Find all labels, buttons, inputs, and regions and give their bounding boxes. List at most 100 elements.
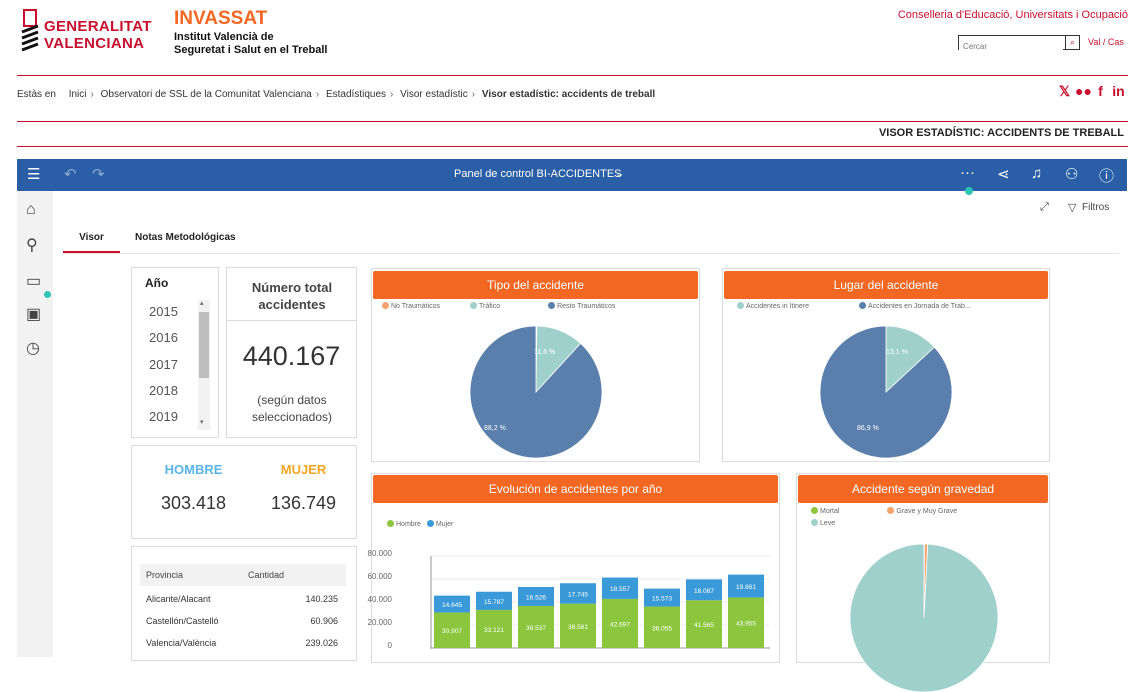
y-tick-label: 0: [352, 641, 392, 650]
redo-icon[interactable]: ↷: [92, 165, 105, 183]
gva-logo[interactable]: GENERALITAT VALENCIANA: [20, 8, 150, 58]
year-item[interactable]: 2017: [149, 357, 178, 372]
legend-item[interactable]: Mortal: [811, 508, 839, 515]
tab-divider: [63, 253, 1119, 254]
x-icon[interactable]: 𝕏: [1057, 84, 1072, 99]
share-icon[interactable]: ⋖: [997, 165, 1010, 183]
bar-data-label: 18.557: [610, 586, 630, 593]
dashboard-title[interactable]: Panel de control BI-ACCIDENTES: [454, 168, 622, 180]
legend-item[interactable]: Accidentes in Itinere: [737, 303, 809, 310]
status-dot: [965, 187, 973, 195]
chart-gravedad-title: Accidente según gravedad: [798, 475, 1048, 503]
scroll-down-icon[interactable]: ▾: [200, 418, 204, 426]
y-tick-label: 60.000: [352, 572, 392, 581]
gender-panel: HOMBRE MUJER 303.418 136.749: [131, 445, 357, 539]
folder-icon[interactable]: ▭: [26, 271, 41, 291]
female-label: MUJER: [242, 462, 365, 477]
bell-icon[interactable]: ♫: [1031, 165, 1042, 182]
legend-item[interactable]: Accidentes en Jornada de Trab...: [859, 303, 971, 310]
year-item[interactable]: 2015: [149, 304, 178, 319]
chart-lugar-legend: Accidentes in Itinere Accidentes en Jorn…: [737, 302, 971, 310]
dashboard-toolbar: ☰ ↶ ↷ Panel de control BI-ACCIDENTES ⌄ ·…: [17, 159, 1127, 191]
legend-item[interactable]: Leve: [811, 520, 835, 527]
scroll-up-icon[interactable]: ▴: [200, 299, 204, 307]
total-panel: Número total accidentes 440.167 (según d…: [226, 267, 357, 438]
chevron-down-icon[interactable]: ⌄: [615, 167, 624, 180]
year-item[interactable]: 2019: [149, 409, 178, 424]
breadcrumb-item-visor[interactable]: Visor estadístic: [400, 89, 468, 100]
legend-item[interactable]: Hombre: [387, 521, 421, 528]
legend-item[interactable]: Resto Traumáticos: [548, 303, 615, 310]
help-icon[interactable]: ⓘ: [1099, 165, 1114, 186]
menu-icon[interactable]: ☰: [27, 165, 40, 183]
bar-data-label: 36.537: [526, 625, 546, 632]
legend-item[interactable]: No Traumáticos: [382, 303, 440, 310]
home-icon[interactable]: ⌂: [26, 201, 36, 219]
tab-notas-label: Notas Metodológicas: [135, 232, 236, 243]
undo-icon[interactable]: ↶: [64, 165, 77, 183]
gva-name-line1: GENERALITAT: [44, 18, 152, 35]
tab-visor-label: Visor: [79, 232, 104, 243]
facebook-icon[interactable]: f: [1093, 84, 1108, 99]
search-button[interactable]: ⌕: [1065, 36, 1079, 49]
search-box: ⌕: [958, 35, 1080, 50]
user-icon[interactable]: ⚇: [1065, 165, 1078, 183]
search-icon[interactable]: ⚲: [26, 235, 38, 255]
breadcrumb-item-observatori[interactable]: Observatori de SSL de la Comunitat Valen…: [101, 89, 312, 100]
bar-data-label: 15.573: [652, 596, 672, 603]
breadcrumb: Estàs en Inici› Observatori de SSL de la…: [17, 89, 655, 100]
clock-icon[interactable]: ◷: [26, 338, 40, 358]
pie-slice[interactable]: [850, 544, 998, 692]
chart-tipo-pie: [470, 326, 602, 458]
pie-slice[interactable]: [470, 326, 602, 458]
year-item[interactable]: 2018: [149, 383, 178, 398]
legend-item[interactable]: Grave y Muy Grave: [887, 508, 957, 515]
search-input[interactable]: [959, 40, 1063, 53]
bar-data-label: 33.121: [484, 627, 504, 634]
legend-item[interactable]: Mujer: [427, 521, 454, 528]
chart-lugar-title: Lugar del accidente: [724, 271, 1048, 299]
chart-evolucion-panel: Evolución de accidentes por año Hombre M…: [371, 473, 780, 663]
expand-icon[interactable]: ⤢: [1040, 201, 1049, 214]
year-scrollbar[interactable]: ▴ ▾: [198, 300, 210, 430]
conselleria-link[interactable]: Conselleria d'Educació, Universitats i O…: [898, 9, 1128, 21]
col-header-provincia: Provincia: [146, 570, 183, 580]
more-icon[interactable]: ···: [960, 164, 975, 181]
tab-notas[interactable]: Notas Metodológicas: [135, 227, 245, 253]
chart-tipo-title: Tipo del accidente: [373, 271, 698, 299]
year-filter-label: Año: [145, 276, 168, 290]
total-note: (según datos seleccionados): [242, 392, 342, 426]
chart-lugar-pie: [820, 326, 952, 458]
chart-gravedad-pie: [850, 544, 998, 692]
flickr-icon[interactable]: ●●: [1075, 84, 1090, 99]
bar-data-label: 16.526: [526, 594, 546, 601]
left-nav: ⌂ ⚲ ▭ ▣ ◷: [17, 191, 53, 657]
filter-icon[interactable]: ▽: [1068, 201, 1076, 214]
pie-label-trafico: 11,6 %: [534, 349, 555, 356]
year-scrollbar-thumb[interactable]: [199, 312, 209, 378]
filters-button[interactable]: Filtros: [1082, 202, 1109, 213]
language-switch[interactable]: Val / Cas: [1088, 37, 1124, 47]
province-panel: Provincia Cantidad Alicante/Alacant 140.…: [131, 546, 357, 661]
bar-data-label: 36.055: [652, 625, 672, 632]
breadcrumb-prefix: Estàs en: [17, 89, 56, 100]
invassat-logo[interactable]: INVASSAT Institut Valencià de Seguretat …: [174, 8, 334, 63]
y-tick-label: 40.000: [352, 595, 392, 604]
chart-tipo-legend: No Traumáticos Tráfico Resto Traumáticos: [382, 302, 615, 310]
year-filter-panel: Año 2015 2016 2017 2018 2019 ▴ ▾: [131, 267, 219, 438]
person-folder-icon[interactable]: ▣: [26, 304, 41, 324]
breadcrumb-item-inici[interactable]: Inici: [69, 89, 87, 100]
folder-status-dot: [44, 291, 51, 298]
linkedin-icon[interactable]: in: [1111, 84, 1126, 99]
bar-data-label: 43.955: [736, 621, 756, 628]
y-tick-label: 20.000: [352, 618, 392, 627]
bar-data-label: 41.565: [694, 622, 714, 629]
year-item[interactable]: 2016: [149, 330, 178, 345]
table-cell: Castellón/Castelló: [146, 616, 219, 626]
tab-visor[interactable]: Visor: [63, 227, 120, 253]
breadcrumb-item-estadistiques[interactable]: Estadístiques: [326, 89, 386, 100]
bar-data-label: 15.787: [484, 599, 504, 606]
breadcrumb-current: Visor estadístic: accidents de treball: [482, 89, 655, 100]
legend-item[interactable]: Tráfico: [470, 303, 500, 310]
gva-name-line2: VALENCIANA: [44, 35, 144, 52]
